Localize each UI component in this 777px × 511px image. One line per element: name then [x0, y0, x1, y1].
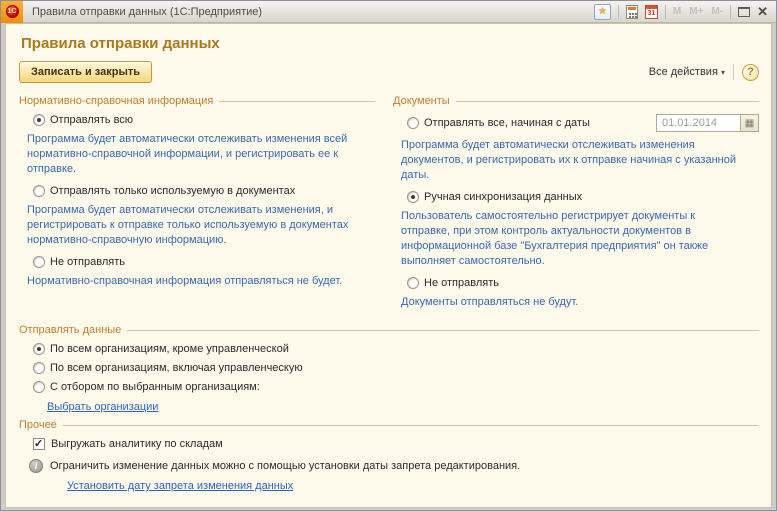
command-bar: Записать и закрыть Все действия ▾ ?	[19, 61, 759, 83]
radio-orgs-except-management[interactable]: По всем организациям, кроме управленческ…	[33, 343, 759, 355]
app-window: 1С Правила отправки данных (1С:Предприят…	[0, 0, 777, 511]
radio-nsi-dont-send[interactable]: Не отправлять	[33, 256, 375, 268]
group-documents-title: Документы	[393, 95, 456, 107]
nsi-dont-send-description: Нормативно-справочная информация отправл…	[27, 274, 361, 289]
memory-buttons: M M+ M-	[673, 6, 723, 17]
radio-label: Не отправлять	[424, 277, 499, 289]
info-icon: i	[29, 459, 43, 473]
radio-label: Ручная синхронизация данных	[424, 191, 582, 203]
group-documents: Документы Отправлять все, начиная с даты…	[393, 89, 759, 318]
radio-label: Не отправлять	[50, 256, 125, 268]
radio-label: По всем организациям, кроме управленческ…	[50, 343, 289, 355]
titlebar: 1С Правила отправки данных (1С:Предприят…	[1, 1, 776, 23]
calculator-icon[interactable]	[626, 5, 638, 19]
group-line	[127, 330, 759, 331]
date-picker-icon[interactable]: ▦	[740, 114, 759, 132]
set-restriction-date-link[interactable]: Установить дату запрета изменения данных	[67, 480, 293, 492]
window-title: Правила отправки данных (1С:Предприятие)	[32, 6, 594, 18]
checkbox-icon	[33, 438, 45, 450]
radio-icon	[33, 256, 45, 268]
close-button[interactable]: ✕	[757, 5, 768, 18]
toolbar-separator	[733, 64, 734, 80]
group-line	[63, 425, 759, 426]
radio-label: Отправлять все, начиная с даты	[424, 117, 590, 129]
radio-icon	[33, 185, 45, 197]
chevron-down-icon: ▾	[721, 68, 725, 77]
calendar-icon[interactable]: 31	[645, 5, 658, 19]
all-actions-label: Все действия	[649, 66, 718, 78]
group-send-data-header: Отправлять данные	[19, 324, 759, 336]
memory-m-minus-button[interactable]: M-	[711, 6, 723, 17]
radio-nsi-send-used[interactable]: Отправлять только используемую в докумен…	[33, 185, 375, 197]
favorites-icon[interactable]: ★	[594, 4, 611, 20]
nsi-send-used-description: Программа будет автоматически отслеживат…	[27, 203, 361, 248]
group-other-title: Прочее	[19, 419, 63, 431]
group-nsi-title: Нормативно-справочная информация	[19, 95, 219, 107]
group-line	[219, 101, 375, 102]
top-columns: Нормативно-справочная информация Отправл…	[19, 89, 759, 318]
radio-orgs-selected[interactable]: С отбором по выбранным организациям:	[33, 381, 759, 393]
titlebar-separator	[730, 5, 731, 19]
date-field-group: ▦	[656, 114, 759, 132]
radio-icon	[407, 191, 419, 203]
titlebar-separator	[618, 5, 619, 19]
docs-send-from-date-description: Программа будет автоматически отслеживат…	[401, 138, 745, 183]
docs-manual-sync-description: Пользователь самостоятельно регистрирует…	[401, 209, 745, 269]
radio-icon	[33, 343, 45, 355]
set-restriction-date-row: Установить дату запрета изменения данных	[67, 480, 759, 492]
radio-label: С отбором по выбранным организациям:	[50, 381, 260, 393]
radio-label: Отправлять всю	[50, 114, 133, 126]
checkbox-label: Выгружать аналитику по складам	[51, 438, 223, 450]
group-send-data-title: Отправлять данные	[19, 324, 127, 336]
radio-icon	[407, 117, 419, 129]
group-other: Прочее Выгружать аналитику по складам i …	[19, 419, 759, 492]
radio-icon	[33, 381, 45, 393]
info-row: i Ограничить изменение данных можно с по…	[29, 459, 759, 473]
form-content: Правила отправки данных Записать и закры…	[5, 23, 772, 508]
calendar-day-label: 31	[646, 10, 657, 17]
maximize-button[interactable]	[738, 7, 750, 17]
titlebar-separator	[665, 5, 666, 19]
radio-nsi-send-all[interactable]: Отправлять всю	[33, 114, 375, 126]
info-text: Ограничить изменение данных можно с помо…	[50, 460, 520, 472]
group-nsi: Нормативно-справочная информация Отправл…	[19, 89, 375, 318]
command-bar-right: Все действия ▾ ?	[649, 64, 759, 81]
radio-docs-dont-send[interactable]: Не отправлять	[407, 277, 759, 289]
1c-logo-icon: 1С	[1, 1, 23, 23]
select-organizations-link[interactable]: Выбрать организации	[47, 401, 158, 413]
group-line	[456, 101, 759, 102]
1c-logo-circle: 1С	[6, 5, 19, 18]
group-other-header: Прочее	[19, 419, 759, 431]
group-nsi-header: Нормативно-справочная информация	[19, 95, 375, 107]
radio-label: Отправлять только используемую в докумен…	[50, 185, 295, 197]
memory-m-button[interactable]: M	[673, 6, 681, 17]
save-and-close-button[interactable]: Записать и закрыть	[19, 61, 152, 83]
memory-m-plus-button[interactable]: M+	[689, 6, 703, 17]
star-icon: ★	[598, 7, 607, 17]
nsi-send-all-description: Программа будет автоматически отслеживат…	[27, 132, 361, 177]
radio-docs-send-from-date[interactable]: Отправлять все, начиная с даты ▦	[407, 114, 759, 132]
start-date-input[interactable]	[656, 114, 740, 132]
checkbox-export-warehouse-analytics[interactable]: Выгружать аналитику по складам	[33, 438, 759, 450]
radio-icon	[33, 362, 45, 374]
radio-docs-manual-sync[interactable]: Ручная синхронизация данных	[407, 191, 759, 203]
select-organizations-row: Выбрать организации	[47, 401, 759, 413]
docs-dont-send-description: Документы отправляться не будут.	[401, 295, 745, 310]
radio-icon	[33, 114, 45, 126]
radio-label: По всем организациям, включая управленче…	[50, 362, 303, 374]
all-actions-menu[interactable]: Все действия ▾	[649, 66, 725, 78]
group-send-data: Отправлять данные По всем организациям, …	[19, 324, 759, 413]
radio-orgs-including-management[interactable]: По всем организациям, включая управленче…	[33, 362, 759, 374]
help-button[interactable]: ?	[742, 64, 759, 81]
page-title: Правила отправки данных	[21, 35, 759, 52]
group-documents-header: Документы	[393, 95, 759, 107]
titlebar-controls: ★ 31 M M+ M- ✕	[594, 4, 776, 20]
radio-icon	[407, 277, 419, 289]
